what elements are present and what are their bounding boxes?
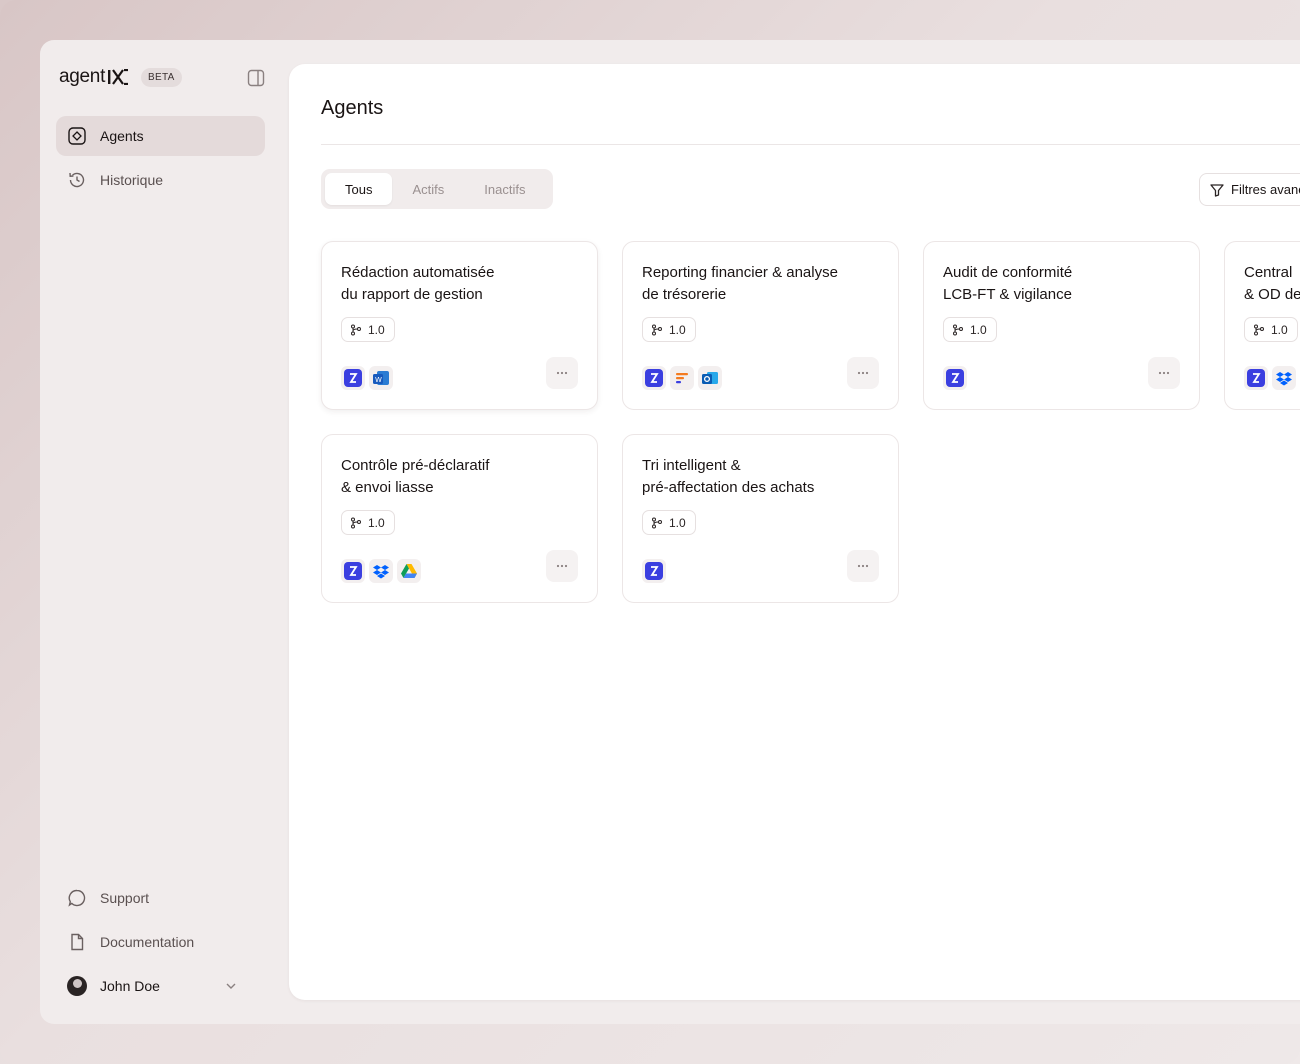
sidebar-nav: Agents Historique: [56, 116, 265, 204]
chat-bubble-icon: [67, 888, 87, 908]
agents-icon: [67, 126, 87, 146]
sidebar-item-support[interactable]: Support: [56, 878, 265, 918]
sidebar-toggle-icon[interactable]: [247, 69, 265, 87]
version-chip: 1.0: [341, 317, 395, 342]
agent-card-title: Rédaction automatisée du rapport de gest…: [341, 264, 495, 303]
divider: [321, 144, 1300, 145]
tab-inactifs[interactable]: Inactifs: [464, 173, 545, 205]
outlook-icon: [698, 366, 722, 390]
version-chip: 1.0: [642, 510, 696, 535]
branch-icon: [1253, 324, 1265, 336]
filter-icon: [1209, 182, 1225, 198]
avatar: [67, 976, 87, 996]
version-label: 1.0: [669, 322, 686, 337]
branch-icon: [350, 324, 362, 336]
chevron-down-icon: [224, 979, 238, 993]
sidebar-bottom: Support Documentation John Doe: [56, 878, 265, 1006]
agent-card[interactable]: Central & OD de 1.0: [1224, 241, 1300, 410]
integration-icons: [642, 559, 670, 583]
agent-icon: [341, 559, 365, 583]
sidebar-item-label: Historique: [100, 172, 164, 188]
version-chip: 1.0: [642, 317, 696, 342]
more-options-button[interactable]: [546, 550, 578, 582]
more-options-button[interactable]: [847, 357, 879, 389]
branch-icon: [952, 324, 964, 336]
more-options-button[interactable]: [847, 550, 879, 582]
sidebar-item-historique[interactable]: Historique: [56, 160, 265, 200]
dropbox-icon: [1272, 366, 1296, 390]
integration-icons: [943, 366, 971, 390]
agent-card-title: Audit de conformité LCB-FT & vigilance: [943, 264, 1073, 303]
brand-logo: agent BETA: [59, 66, 182, 88]
version-chip: 1.0: [943, 317, 997, 342]
word-icon: W: [369, 366, 393, 390]
sidebar-item-label: Support: [100, 890, 150, 906]
agent-icon: [642, 559, 666, 583]
branch-icon: [350, 517, 362, 529]
agent-icon: [341, 366, 365, 390]
sidebar-item-documentation[interactable]: Documentation: [56, 922, 265, 962]
more-options-button[interactable]: [546, 357, 578, 389]
sidebar-item-label: Documentation: [100, 934, 195, 950]
agent-card[interactable]: Contrôle pré-déclaratif & envoi liasse 1…: [321, 434, 598, 603]
sidebar: agent BETA Agents Historique Support Doc…: [40, 40, 288, 1024]
brand-mark-icon: [107, 69, 129, 85]
version-label: 1.0: [1271, 322, 1288, 337]
agent-card-title: Reporting financier & analyse de trésore…: [642, 264, 838, 303]
user-menu[interactable]: John Doe: [56, 966, 265, 1006]
version-chip: 1.0: [1244, 317, 1298, 342]
agent-icon: [1244, 366, 1268, 390]
history-icon: [67, 170, 87, 190]
brand-name: agent: [59, 66, 106, 87]
agent-card[interactable]: Audit de conformité LCB-FT & vigilance 1…: [923, 241, 1200, 410]
document-icon: [67, 932, 87, 952]
page-title: Agents: [321, 97, 384, 119]
google-drive-icon: [397, 559, 421, 583]
advanced-filters-label: Filtres avancés: [1231, 182, 1300, 197]
main-panel: Agents Tous Actifs Inactifs Filtres avan…: [289, 64, 1300, 1000]
sidebar-item-label: Agents: [100, 128, 144, 144]
agent-card-title: Central & OD de: [1244, 264, 1300, 303]
bars-icon: [670, 366, 694, 390]
version-label: 1.0: [368, 322, 385, 337]
app-window: agent BETA Agents Historique Support Doc…: [40, 40, 1300, 1024]
version-label: 1.0: [368, 515, 385, 530]
dropbox-icon: [369, 559, 393, 583]
agent-icon: [943, 366, 967, 390]
agent-card-title: Contrôle pré-déclaratif & envoi liasse: [341, 457, 490, 496]
integration-icons: [341, 559, 425, 583]
version-label: 1.0: [669, 515, 686, 530]
agent-card-title: Tri intelligent & pré-affectation des ac…: [642, 457, 815, 496]
agent-card[interactable]: Rédaction automatisée du rapport de gest…: [321, 241, 598, 410]
filter-tabs: Tous Actifs Inactifs: [321, 169, 553, 209]
integration-icons: W: [341, 366, 397, 390]
agent-card[interactable]: Reporting financier & analyse de trésore…: [622, 241, 899, 410]
beta-badge: BETA: [141, 67, 182, 87]
agent-card[interactable]: Tri intelligent & pré-affectation des ac…: [622, 434, 899, 603]
integration-icons: [642, 366, 726, 390]
version-chip: 1.0: [341, 510, 395, 535]
integration-icons: [1244, 366, 1300, 390]
agent-icon: [642, 366, 666, 390]
svg-text:W: W: [375, 376, 382, 384]
more-options-button[interactable]: [1148, 357, 1180, 389]
branch-icon: [651, 517, 663, 529]
tab-tous[interactable]: Tous: [325, 173, 393, 205]
branch-icon: [651, 324, 663, 336]
advanced-filters-button[interactable]: Filtres avancés: [1199, 173, 1300, 206]
version-label: 1.0: [970, 322, 987, 337]
tab-actifs[interactable]: Actifs: [392, 173, 464, 205]
user-name: John Doe: [100, 978, 160, 994]
sidebar-item-agents[interactable]: Agents: [56, 116, 265, 156]
